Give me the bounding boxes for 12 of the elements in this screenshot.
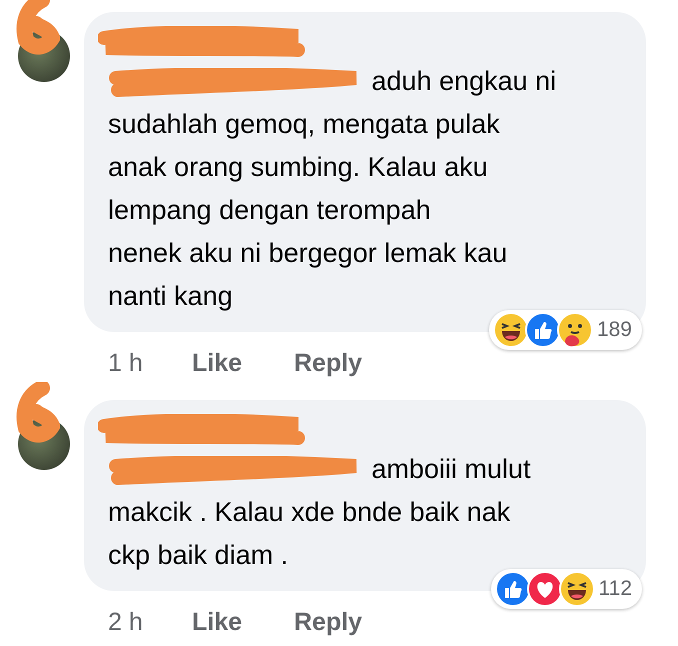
reaction-summary[interactable]: 189: [488, 310, 642, 350]
reaction-summary[interactable]: 112: [490, 569, 642, 609]
like-link[interactable]: Like: [192, 348, 294, 378]
comment-time: 2 h: [108, 608, 144, 636]
like-link[interactable]: Like: [192, 608, 294, 636]
reaction-count: 189: [596, 318, 632, 342]
reply-link[interactable]: Reply: [294, 348, 362, 378]
comment-time: 1 h: [108, 348, 144, 378]
reply-link[interactable]: Reply: [294, 608, 362, 636]
comment-text: aduh engkau ni sudahlah gemoq, mengata pulak anak orang sumbing. Kalau aku lempang dengan terompah nenek aku ni bergegor lemak kau nanti kang: [108, 65, 558, 313]
reaction-count: 112: [598, 577, 632, 601]
comment-text: amboiii mulut makcik . Kalau xde bnde baik nak ckp baik diam .: [108, 453, 532, 572]
